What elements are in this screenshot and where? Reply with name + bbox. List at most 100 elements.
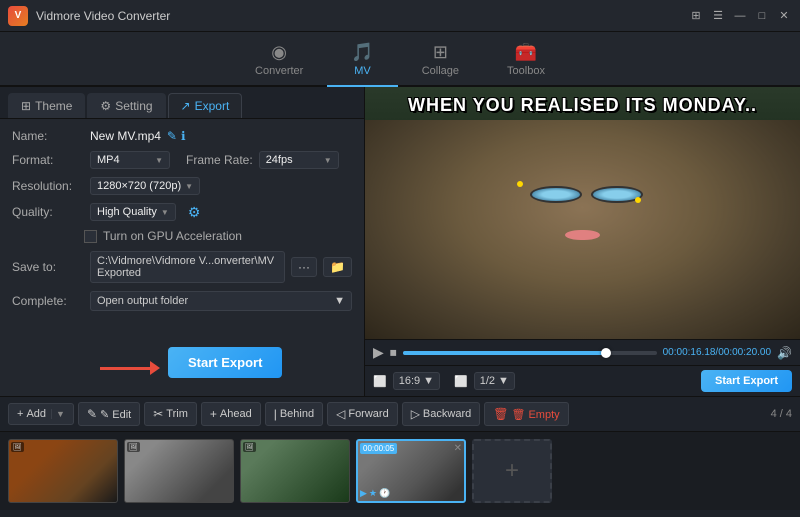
export-form: Name: New MV.mp4 ✎ ℹ Format: MP4 ▼ Frame… [0,119,364,329]
page-value: 1/2 [480,375,495,387]
hamburger-icon[interactable]: ☰ [710,8,726,24]
backward-label: Backward [423,408,471,420]
add-button[interactable]: + Add ▼ [8,403,74,425]
main-layout: ⊞ Theme ⚙ Setting ↗ Export Name: New MV.… [0,87,800,396]
resolution-select[interactable]: 1280×720 (720p) ▼ [90,177,200,195]
play-button[interactable]: ▶ [373,344,384,361]
complete-select[interactable]: Open output folder ▼ [90,291,352,311]
export-arrow-icon: ↗ [181,99,191,113]
maximize-button[interactable]: □ [754,8,770,24]
app-logo: V [8,6,28,26]
cat-nose [565,230,600,241]
tab-toolbox-label: Toolbox [507,65,545,77]
save-path: C:\Vidmore\Vidmore V...onverter\MV Expor… [90,251,285,283]
tab-converter-label: Converter [255,65,303,77]
page-count: 4 / 4 [771,408,792,420]
tab-collage[interactable]: ⊞ Collage [398,36,483,87]
thumb-4-close-icon[interactable]: ✕ [454,443,462,454]
backward-icon: ▷ [411,407,420,421]
video-preview: WHEN YOU REALISED ITS MONDAY.. [365,87,800,339]
trim-label: Trim [166,408,188,420]
ahead-label: Ahead [220,408,252,420]
thumb-3-image-icon: 🖼 [243,442,256,452]
info-icon[interactable]: ℹ [181,129,186,143]
forward-label: Forward [348,408,388,420]
backward-button[interactable]: ▷ Backward [402,402,481,426]
format-dropdown-arrow: ▼ [155,156,163,165]
frame-rate-value: 24fps [266,154,293,166]
stop-button[interactable]: ⏹ [390,344,397,361]
complete-value: Open output folder [97,295,188,307]
thumbnail-1[interactable]: 🖼 [8,439,118,503]
gpu-checkbox[interactable] [84,230,97,243]
save-label: Save to: [12,260,84,274]
dot-yellow-2 [635,197,641,203]
tab-toolbox[interactable]: 🧰 Toolbox [483,36,569,87]
meme-text: WHEN YOU REALISED ITS MONDAY.. [365,87,800,120]
resolution-row: Resolution: 1280×720 (720p) ▼ [12,177,352,195]
volume-icon[interactable]: 🔊 [777,346,792,360]
sub-tab-theme[interactable]: ⊞ Theme [8,93,85,118]
cat-meme: WHEN YOU REALISED ITS MONDAY.. [365,87,800,339]
complete-label: Complete: [12,294,84,308]
folder-button[interactable]: 📁 [323,257,352,277]
progress-thumb [601,348,611,358]
red-arrow [100,361,160,375]
trim-button[interactable]: ✂ Trim [144,402,197,426]
edit-label: ✎ Edit [100,408,131,421]
sub-tab-setting-label: Setting [115,99,152,113]
start-export-right-button[interactable]: Start Export [701,370,792,392]
progress-bar[interactable] [403,351,657,355]
forward-button[interactable]: ◁ Forward [327,402,398,426]
behind-icon: | [274,407,277,421]
start-export-left-button[interactable]: Start Export [168,347,282,378]
arrow-head [150,361,160,375]
resolution-icon: ⬜ [373,375,387,388]
sub-tab-setting[interactable]: ⚙ Setting [87,93,165,118]
add-dropdown-arrow[interactable]: ▼ [51,409,65,419]
ratio-select[interactable]: 16:9 ▼ [393,372,440,390]
tab-mv[interactable]: 🎵 MV [327,36,397,87]
thumb-1-icons: 🖼 [11,442,24,452]
quality-label: Quality: [12,205,84,219]
name-value: New MV.mp4 [90,129,161,143]
thumbnail-3[interactable]: 🖼 [240,439,350,503]
tab-converter[interactable]: ◉ Converter [231,36,327,87]
add-thumb-plus-icon: + [505,457,519,485]
quality-select[interactable]: High Quality ▼ [90,203,176,221]
quality-gear-icon[interactable]: ⚙ [188,204,201,221]
thumb-4-play-icon: ▶ [360,488,367,499]
resolution-value: 1280×720 (720p) [97,180,181,192]
gpu-label: Turn on GPU Acceleration [103,229,242,243]
tab-mv-label: MV [354,65,371,77]
copy-icon: ⬜ [454,375,468,388]
quality-dropdown-arrow: ▼ [161,208,169,217]
resolution-label: Resolution: [12,179,84,193]
title-bar: V Vidmore Video Converter ⊞ ☰ — □ ✕ [0,0,800,32]
quality-value: High Quality [97,206,157,218]
complete-row: Complete: Open output folder ▼ [12,291,352,311]
thumb-2-image-icon: 🖼 [127,442,140,452]
frame-rate-select[interactable]: 24fps ▼ [259,151,339,169]
close-button[interactable]: ✕ [776,8,792,24]
behind-button[interactable]: | Behind [265,402,323,426]
add-thumbnail-button[interactable]: + [472,439,552,503]
save-dots-button[interactable]: ··· [291,257,317,277]
edit-button[interactable]: ✎ ✎ Edit [78,402,140,426]
thumb-4-clock-icon: 🕐 [379,488,390,499]
format-select[interactable]: MP4 ▼ [90,151,170,169]
minimize-button[interactable]: — [732,8,748,24]
ratio-value: 16:9 [399,375,420,387]
sub-tab-export[interactable]: ↗ Export [168,93,243,118]
ahead-icon: + [210,407,217,421]
ahead-button[interactable]: + Ahead [201,402,261,426]
cat-left-eye [530,186,582,204]
empty-button[interactable]: 🗑 🗑 Empty [484,402,568,426]
format-row: Format: MP4 ▼ Frame Rate: 24fps ▼ [12,151,352,169]
page-select[interactable]: 1/2 ▼ [474,372,515,390]
grid-icon[interactable]: ⊞ [688,8,704,24]
thumb-4-bottom-icons: ▶ ★ 🕐 [360,488,390,499]
thumbnail-4[interactable]: 00:00:05 ✕ ▶ ★ 🕐 [356,439,466,503]
thumbnail-2[interactable]: 🖼 [124,439,234,503]
edit-name-icon[interactable]: ✎ [167,129,177,143]
